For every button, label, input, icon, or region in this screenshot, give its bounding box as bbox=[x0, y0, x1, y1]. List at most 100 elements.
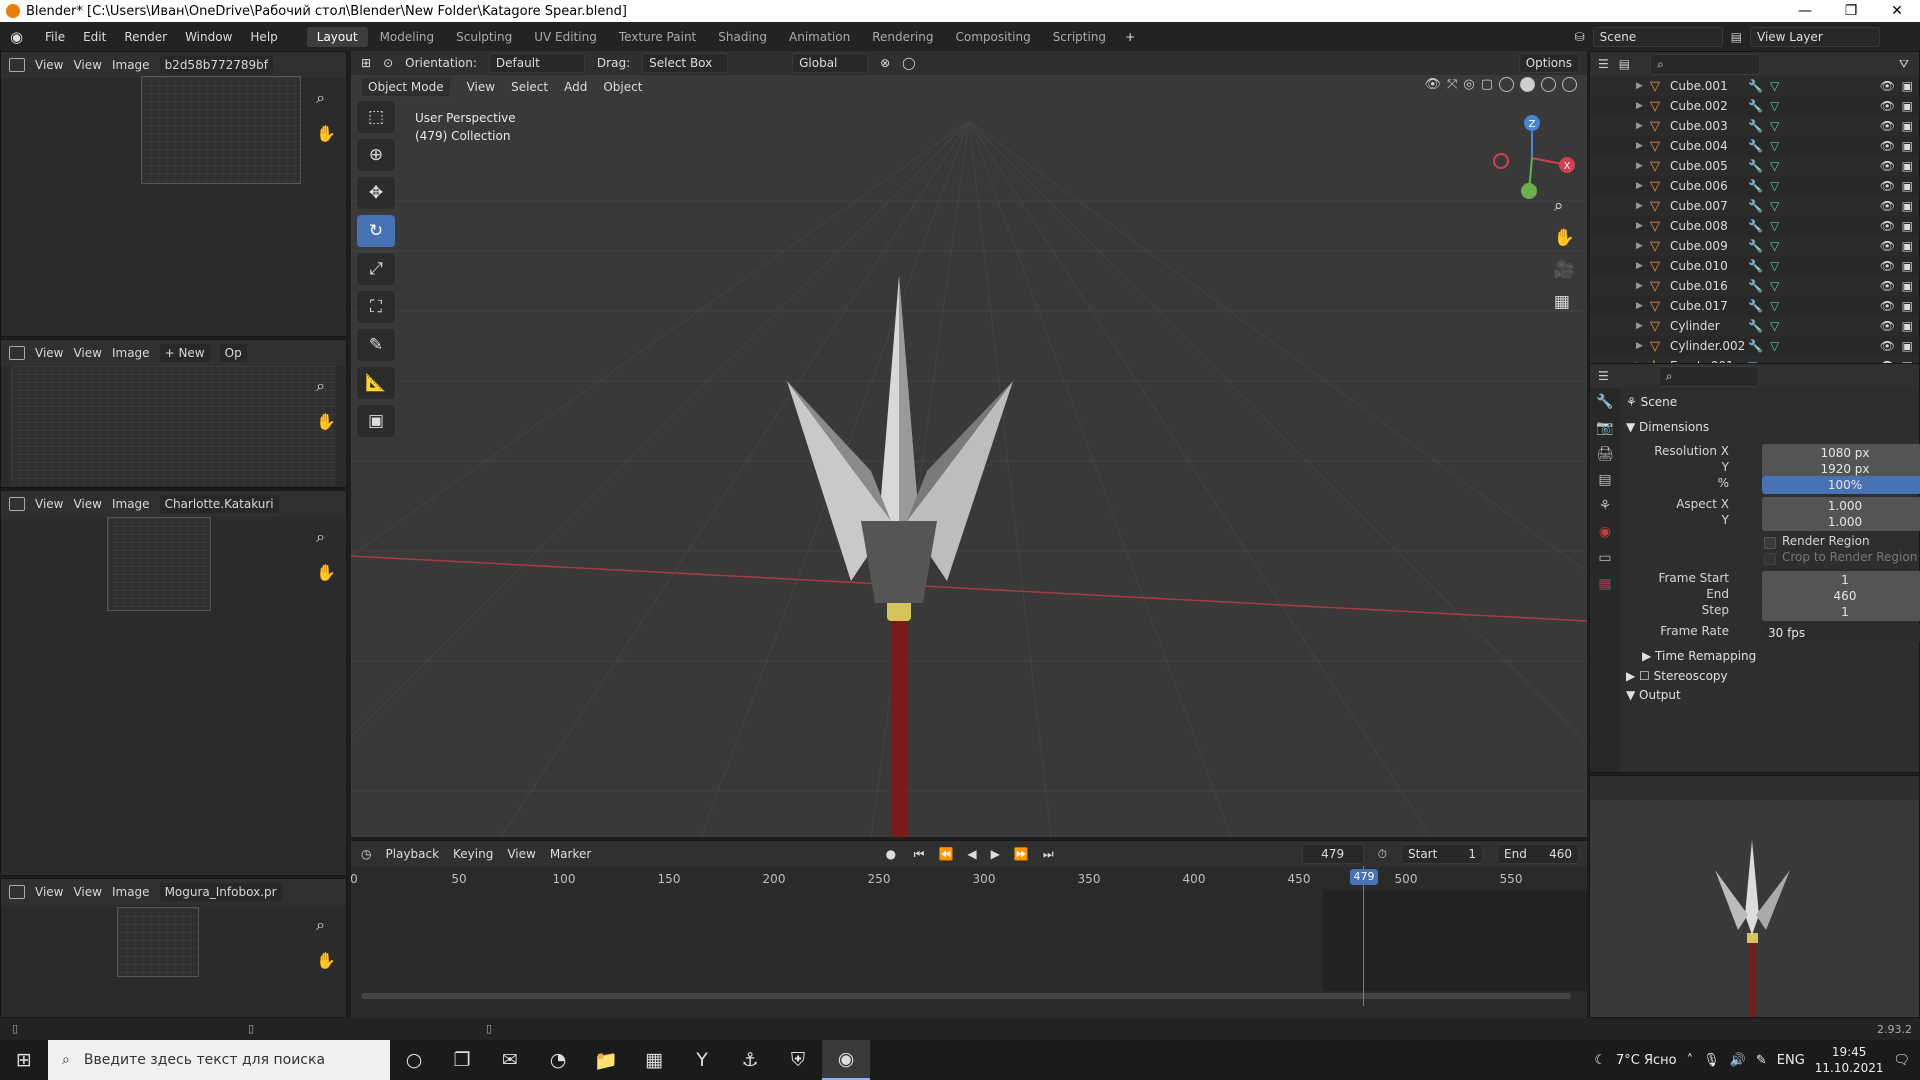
zoom-icon[interactable]: ⌕ bbox=[1554, 196, 1575, 216]
expand-icon[interactable]: ▶ bbox=[1636, 101, 1650, 111]
image-name-field[interactable]: Charlotte.Katakuri bbox=[159, 495, 279, 513]
prev-keyframe-icon[interactable]: ⏪ bbox=[938, 847, 953, 861]
outliner-row[interactable]: ▶ ▽ Cube.001 🔧 ▽ 👁 ▣ bbox=[1590, 76, 1919, 96]
eye-icon[interactable]: 👁 bbox=[1880, 219, 1895, 233]
view-layer-tab-icon[interactable]: ▤ bbox=[1598, 472, 1611, 488]
timeline-scrollbar[interactable] bbox=[361, 993, 1571, 999]
render-toggle-icon[interactable]: ▣ bbox=[1902, 279, 1913, 293]
object-name[interactable]: Cylinder bbox=[1670, 319, 1748, 333]
timeline-view-menu[interactable]: View bbox=[507, 847, 535, 861]
blender-taskbar-icon[interactable]: ◉ bbox=[822, 1040, 870, 1080]
outliner-row[interactable]: ▶ ▽ Cube.017 🔧 ▽ 👁 ▣ bbox=[1590, 296, 1919, 316]
object-mode-dropdown[interactable]: Object Mode bbox=[361, 77, 451, 97]
maximize-button[interactable]: ❐ bbox=[1828, 3, 1874, 19]
end-frame-field[interactable]: End 460 bbox=[1497, 844, 1579, 864]
viewport-view-menu[interactable]: View bbox=[467, 80, 495, 94]
editor-type-icon[interactable]: ☰ bbox=[1598, 57, 1609, 71]
expand-icon[interactable]: ▶ bbox=[1636, 81, 1650, 91]
object-name[interactable]: Cube.017 bbox=[1670, 299, 1748, 313]
record-icon[interactable]: ● bbox=[886, 847, 900, 861]
expand-icon[interactable]: ▶ bbox=[1636, 301, 1650, 311]
tab-texture-paint[interactable]: Texture Paint bbox=[609, 27, 706, 47]
hand-pan-icon[interactable]: ✋ bbox=[316, 124, 336, 143]
expand-icon[interactable]: ▶ bbox=[1636, 321, 1650, 331]
expand-icon[interactable]: ▶ bbox=[1636, 261, 1650, 271]
tab-sculpting[interactable]: Sculpting bbox=[446, 27, 522, 47]
expand-icon[interactable]: ▶ bbox=[1636, 201, 1650, 211]
zoom-icon[interactable]: ⌕ bbox=[316, 376, 336, 396]
3d-viewport[interactable]: Object Mode View Select Add Object 👁 ⤧ ◎… bbox=[351, 51, 1587, 837]
material-shading-icon[interactable] bbox=[1541, 77, 1556, 92]
render-toggle-icon[interactable]: ▣ bbox=[1902, 199, 1913, 213]
stereoscopy-header[interactable]: ▶ ☐ Stereoscopy bbox=[1626, 669, 1728, 683]
texture-tab-icon[interactable]: ▦ bbox=[1598, 576, 1611, 592]
playback-menu[interactable]: Playback bbox=[385, 847, 439, 861]
outliner-row[interactable]: ▶ ▽ Cylinder 🔧 ▽ 👁 ▣ bbox=[1590, 316, 1919, 336]
volume-icon[interactable]: 🔊 bbox=[1730, 1053, 1746, 1068]
image-menu[interactable]: Image bbox=[112, 497, 150, 511]
filter-icon[interactable]: ⛛ bbox=[1899, 57, 1909, 72]
notifications-icon[interactable]: 🗨 bbox=[1893, 1053, 1910, 1068]
outliner-row[interactable]: ▶ ▽ Cube.009 🔧 ▽ 👁 ▣ bbox=[1590, 236, 1919, 256]
add-workspace-icon[interactable]: + bbox=[1116, 30, 1144, 44]
render-region-checkbox[interactable] bbox=[1764, 537, 1776, 549]
scene-selector[interactable]: Scene bbox=[1592, 26, 1723, 47]
object-name[interactable]: Cube.003 bbox=[1670, 119, 1748, 133]
time-remapping-header[interactable]: ▶ Time Remapping bbox=[1642, 649, 1756, 663]
tab-animation[interactable]: Animation bbox=[779, 27, 860, 47]
tab-compositing[interactable]: Compositing bbox=[945, 27, 1040, 47]
outliner-row[interactable]: ▶ ▽ Cube.007 🔧 ▽ 👁 ▣ bbox=[1590, 196, 1919, 216]
transform-pivot-icon[interactable]: ⊙ bbox=[383, 56, 393, 70]
editor-type-icon[interactable] bbox=[9, 497, 25, 511]
hand-pan-icon[interactable]: ✋ bbox=[316, 563, 336, 582]
outliner-row[interactable]: ▶ ▽ Cube.003 🔧 ▽ 👁 ▣ bbox=[1590, 116, 1919, 136]
eye-icon[interactable]: 👁 bbox=[1880, 319, 1895, 333]
render-toggle-icon[interactable]: ▣ bbox=[1902, 179, 1913, 193]
tab-modeling[interactable]: Modeling bbox=[370, 27, 445, 47]
yandex-browser-icon[interactable]: Y bbox=[678, 1040, 726, 1080]
timeline-editor[interactable]: ◷ Playback Keying View Marker ● ⏮ ⏪ ◀ ▶ … bbox=[350, 840, 1587, 1018]
menu-edit[interactable]: Edit bbox=[74, 30, 115, 44]
scale-tool-icon[interactable]: ⤢ bbox=[357, 253, 395, 285]
outliner[interactable]: ☰ ▤ ⌕ ⛛ ▶ ▽ Cube.001 🔧 ▽ 👁 ▣ ▶ ▽ Cube.002 🔧 ▽ 👁 ▣ ▶ ▽… bbox=[1589, 51, 1920, 376]
view-menu-2[interactable]: View bbox=[73, 885, 101, 899]
display-mode-icon[interactable]: ▤ bbox=[1619, 57, 1630, 71]
language-indicator[interactable]: ENG bbox=[1777, 1053, 1805, 1068]
view-layer-selector[interactable]: View Layer bbox=[1750, 26, 1880, 47]
menu-render[interactable]: Render bbox=[115, 30, 176, 44]
outliner-row[interactable]: ▶ ▽ Cube.004 🔧 ▽ 👁 ▣ bbox=[1590, 136, 1919, 156]
cortana-icon[interactable]: ○ bbox=[390, 1040, 438, 1080]
marker-menu[interactable]: Marker bbox=[550, 847, 591, 861]
eye-icon[interactable]: 👁 bbox=[1880, 99, 1895, 113]
tool-tab-icon[interactable]: 🔧 bbox=[1596, 394, 1613, 410]
object-name[interactable]: Cube.008 bbox=[1670, 219, 1748, 233]
image-name-field[interactable]: b2d58b772789bf bbox=[159, 56, 273, 74]
eye-icon[interactable]: 👁 bbox=[1880, 299, 1895, 313]
calendar-icon[interactable]: ▦ bbox=[630, 1040, 678, 1080]
outliner-row[interactable]: ▶ ▽ Cube.008 🔧 ▽ 👁 ▣ bbox=[1590, 216, 1919, 236]
hand-pan-icon[interactable]: ✋ bbox=[316, 951, 336, 970]
aspect-y-field[interactable]: 1.000 bbox=[1762, 513, 1920, 531]
close-button[interactable]: ✕ bbox=[1874, 3, 1920, 19]
eye-icon[interactable]: 👁 bbox=[1880, 239, 1895, 253]
expand-icon[interactable]: ▶ bbox=[1636, 161, 1650, 171]
editor-type-icon[interactable]: ☰ bbox=[1598, 369, 1609, 383]
minimize-button[interactable]: — bbox=[1782, 3, 1828, 19]
eye-icon[interactable]: 👁 bbox=[1880, 199, 1895, 213]
rendered-shading-icon[interactable] bbox=[1562, 77, 1577, 92]
tab-layout[interactable]: Layout bbox=[306, 26, 368, 47]
eye-icon[interactable]: 👁 bbox=[1880, 339, 1895, 353]
menu-help[interactable]: Help bbox=[241, 30, 286, 44]
mail-icon[interactable]: ✉ bbox=[486, 1040, 534, 1080]
next-keyframe-icon[interactable]: ⏩ bbox=[1014, 847, 1029, 861]
render-toggle-icon[interactable]: ▣ bbox=[1902, 119, 1913, 133]
editor-type-icon[interactable] bbox=[9, 885, 25, 899]
render-toggle-icon[interactable]: ▣ bbox=[1902, 259, 1913, 273]
object-name[interactable]: Cube.005 bbox=[1670, 159, 1748, 173]
editor-type-icon[interactable]: ◷ bbox=[361, 847, 371, 861]
viewport-select-menu[interactable]: Select bbox=[511, 80, 548, 94]
render-toggle-icon[interactable]: ▣ bbox=[1902, 159, 1913, 173]
outliner-row[interactable]: ▶ ▽ Cube.006 🔧 ▽ 👁 ▣ bbox=[1590, 176, 1919, 196]
output-tab-icon[interactable]: 🖨 bbox=[1596, 446, 1614, 462]
cursor-tool-icon[interactable]: ⊕ bbox=[357, 139, 395, 171]
